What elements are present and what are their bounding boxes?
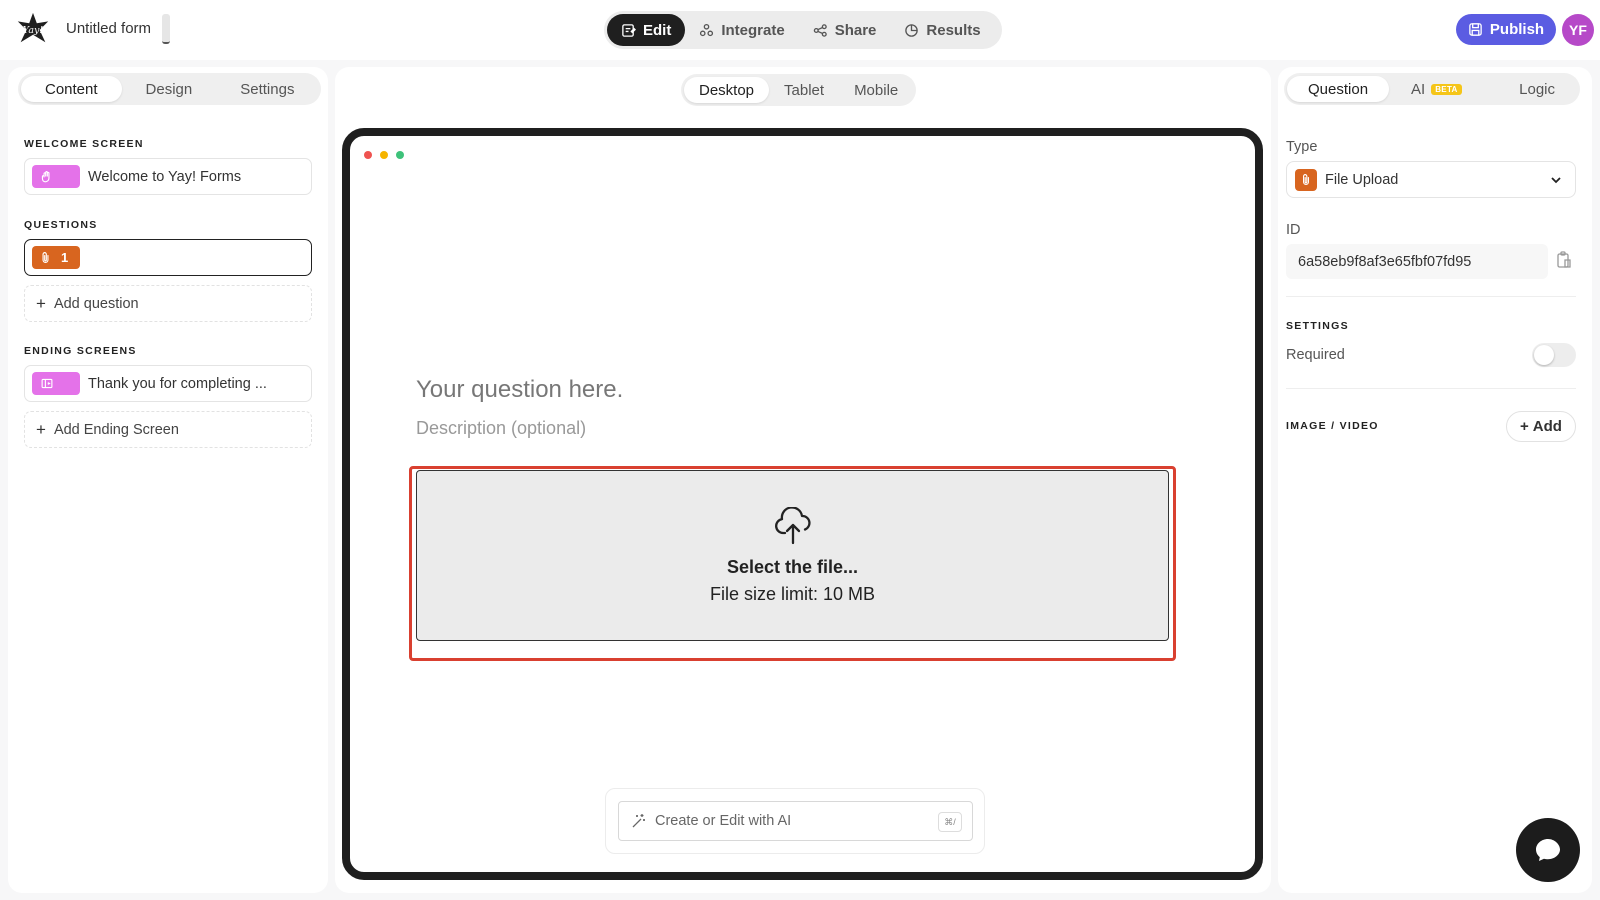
window-controls: [364, 151, 404, 159]
add-question-label: Add question: [53, 295, 139, 312]
tab-content[interactable]: Content: [21, 76, 122, 102]
divider: [1286, 296, 1576, 297]
ai-command-placeholder: Create or Edit with AI: [655, 813, 792, 829]
add-media-label: Add: [1532, 418, 1562, 435]
svg-text:Yay!: Yay!: [23, 25, 44, 36]
device-tabs: Desktop Tablet Mobile: [681, 74, 917, 106]
integrate-icon: [700, 23, 714, 36]
nav-share[interactable]: Share: [799, 14, 891, 46]
file-upload-dropzone[interactable]: Select the file... File size limit: 10 M…: [416, 470, 1169, 641]
window-dot-yellow: [380, 151, 388, 159]
welcome-screen-title: Welcome to Yay! Forms: [88, 168, 242, 185]
publish-label: Publish: [1489, 21, 1545, 38]
save-icon: [1469, 23, 1482, 36]
plus-icon: +: [36, 293, 46, 313]
plus-icon: +: [36, 419, 46, 439]
yay-forms-logo[interactable]: Yay!: [14, 10, 52, 48]
question-title-input[interactable]: Your question here.: [416, 376, 623, 404]
upload-title: Select the file...: [726, 556, 859, 577]
ai-command-input[interactable]: Create or Edit with AI ⌘/: [618, 801, 973, 841]
user-avatar[interactable]: YF: [1562, 14, 1594, 46]
welcome-screen-item[interactable]: Welcome to Yay! Forms: [24, 158, 312, 195]
add-media-button[interactable]: + Add: [1506, 411, 1576, 442]
window-dot-green: [396, 151, 404, 159]
copy-icon[interactable]: [1556, 251, 1572, 269]
nav-results[interactable]: Results: [890, 14, 994, 46]
nav-share-label: Share: [834, 21, 877, 39]
nav-results-label: Results: [926, 21, 981, 39]
tab-ai[interactable]: AI BETA: [1389, 76, 1484, 102]
top-bar: Yay! Untitled form Edit Integrate Share …: [0, 0, 1600, 60]
edit-icon: [622, 23, 636, 37]
ending-screen-title: Thank you for completing ...: [88, 375, 267, 392]
required-label: Required: [1286, 347, 1345, 363]
beta-badge: BETA: [1431, 83, 1462, 95]
chat-bubble-icon: [1536, 839, 1560, 861]
properties-tabs: Question AI BETA Logic: [1284, 73, 1580, 105]
tab-desktop[interactable]: Desktop: [684, 77, 770, 103]
ending-screens-label: ENDING SCREENS: [24, 345, 137, 357]
ai-shortcut-key: ⌘/: [938, 812, 962, 832]
question-number: 1: [61, 250, 69, 265]
add-ending-screen-button[interactable]: + Add Ending Screen: [24, 411, 312, 448]
main-nav: Edit Integrate Share Results: [604, 11, 1002, 49]
nav-edit-label: Edit: [643, 21, 672, 39]
chevron-down-icon: [1551, 177, 1561, 184]
tab-design[interactable]: Design: [122, 76, 217, 102]
share-icon: [813, 23, 827, 37]
tab-logic[interactable]: Logic: [1497, 76, 1577, 102]
file-upload-type-chip: [1295, 168, 1317, 191]
add-ending-label: Add Ending Screen: [53, 421, 179, 438]
settings-label: SETTINGS: [1286, 320, 1349, 332]
welcome-chip: [32, 165, 80, 188]
question-description-input[interactable]: Description (optional): [416, 418, 586, 439]
image-video-label: IMAGE / VIDEO: [1286, 420, 1379, 432]
welcome-screen-label: WELCOME SCREEN: [24, 138, 144, 150]
form-title[interactable]: Untitled form: [66, 20, 151, 37]
plus-icon: +: [1520, 418, 1529, 435]
window-dot-red: [364, 151, 372, 159]
tab-question[interactable]: Question: [1287, 76, 1390, 102]
ending-screen-item[interactable]: Thank you for completing ...: [24, 365, 312, 402]
left-tabs: Content Design Settings: [18, 73, 322, 105]
tab-ai-label: AI: [1411, 80, 1426, 98]
nav-edit[interactable]: Edit: [607, 14, 686, 46]
question-id-field[interactable]: 6a58eb9f8af3e65fbf07fd95: [1286, 244, 1548, 279]
device-preview-frame: Your question here. Description (optiona…: [342, 128, 1263, 880]
upload-size-limit: File size limit: 10 MB: [709, 583, 876, 604]
ai-command-container: Create or Edit with AI ⌘/: [605, 788, 985, 854]
divider: [1286, 388, 1576, 389]
nav-integrate-label: Integrate: [721, 21, 785, 39]
cloud-upload-icon: [774, 506, 811, 544]
question-type-value: File Upload: [1325, 171, 1399, 188]
paperclip-icon: [1302, 174, 1310, 185]
toggle-knob: [1534, 345, 1554, 365]
id-label: ID: [1286, 222, 1301, 238]
publish-button[interactable]: Publish: [1456, 14, 1556, 45]
ending-chip: [32, 372, 80, 395]
type-label: Type: [1286, 139, 1318, 155]
question-chip: 1: [32, 246, 80, 269]
tab-settings[interactable]: Settings: [216, 76, 318, 102]
tab-mobile[interactable]: Mobile: [839, 77, 913, 103]
magic-wand-icon: [632, 814, 645, 828]
required-toggle[interactable]: [1532, 343, 1576, 367]
question-item-1[interactable]: 1: [24, 239, 312, 276]
nav-integrate[interactable]: Integrate: [685, 14, 798, 46]
paperclip-icon: [42, 252, 49, 263]
question-type-select[interactable]: File Upload: [1286, 161, 1576, 198]
results-icon: [905, 23, 919, 37]
add-question-button[interactable]: + Add question: [24, 285, 312, 322]
hand-wave-icon: [41, 171, 50, 183]
title-edit-caret[interactable]: [162, 14, 170, 44]
chat-support-button[interactable]: [1516, 818, 1580, 882]
exit-door-icon: [41, 378, 53, 389]
tab-tablet[interactable]: Tablet: [769, 77, 839, 103]
questions-label: QUESTIONS: [24, 219, 98, 231]
